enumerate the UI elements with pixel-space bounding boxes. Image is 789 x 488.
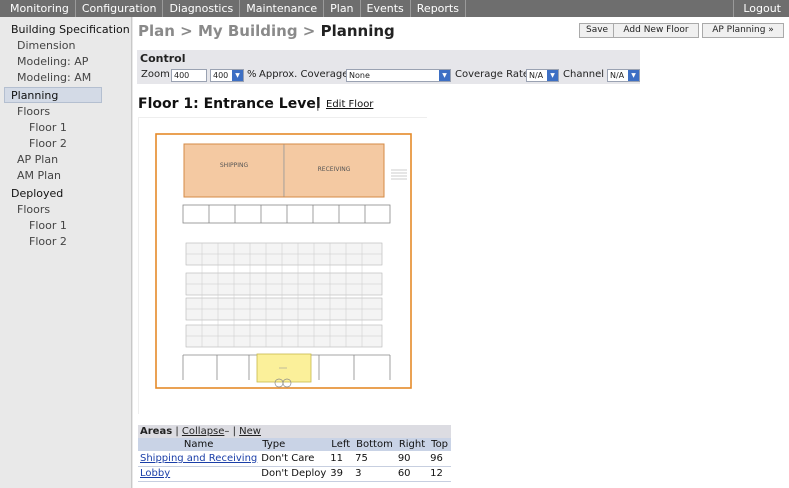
- sidebar-item-floor-1[interactable]: Floor 1: [29, 120, 67, 136]
- add-new-floor-button[interactable]: Add New Floor: [613, 23, 699, 38]
- control-panel: Control Zoom 400 400 ▼ % Approx. Coverag…: [137, 50, 640, 84]
- sidebar-item-modeling-am[interactable]: Modeling: AM: [17, 70, 91, 86]
- sidebar-item-floor-2[interactable]: Floor 2: [29, 136, 67, 152]
- nav-tab-monitoring[interactable]: Monitoring: [0, 0, 76, 17]
- chevron-down-icon: ▼: [439, 70, 450, 81]
- top-nav: Monitoring Configuration Diagnostics Mai…: [0, 0, 789, 17]
- save-button[interactable]: Save: [579, 23, 616, 38]
- coverage-label: Approx. Coverage: [259, 69, 349, 80]
- zoom-label: Zoom: [141, 69, 170, 80]
- nav-tab-reports[interactable]: Reports: [411, 0, 466, 17]
- floor-title: Floor 1: Entrance Level: [138, 96, 321, 112]
- coverage-rate-select[interactable]: N/A ▼: [526, 69, 559, 82]
- nav-tab-events[interactable]: Events: [361, 0, 411, 17]
- sidebar-item-deployed[interactable]: Deployed: [11, 186, 63, 202]
- sidebar: Building Specification Dimension Modelin…: [0, 17, 132, 488]
- sidebar-item-ap-plan[interactable]: AP Plan: [17, 152, 58, 168]
- table-row[interactable]: Shipping and Receiving Don't Care 11 75 …: [138, 451, 452, 467]
- sidebar-item-building-specification[interactable]: Building Specification: [11, 22, 130, 38]
- zoom-select-value: 400: [213, 71, 229, 80]
- shipping-room: [183, 143, 285, 198]
- sidebar-item-am-plan[interactable]: AM Plan: [17, 168, 61, 184]
- zoom-select[interactable]: 400 ▼: [210, 69, 244, 82]
- areas-separator: |: [175, 426, 179, 437]
- area-type: Don't Deploy: [259, 466, 329, 482]
- column-header-right: Right: [395, 438, 429, 451]
- area-left: 39: [328, 466, 354, 482]
- receiving-room-label: RECEIVING: [318, 166, 351, 173]
- sidebar-item-modeling-ap[interactable]: Modeling: AP: [17, 54, 88, 70]
- collapse-icon[interactable]: –: [224, 426, 229, 437]
- column-header-type: Type: [259, 438, 329, 451]
- sidebar-item-deployed-floor-2[interactable]: Floor 2: [29, 234, 67, 250]
- sidebar-item-deployed-floors[interactable]: Floors: [17, 202, 50, 218]
- coverage-select[interactable]: None ▼: [346, 69, 451, 82]
- nav-tab-configuration[interactable]: Configuration: [76, 0, 164, 17]
- floor-plan[interactable]: SHIPPING RECEIVING: [138, 117, 428, 415]
- page-title: Plan > My Building > Planning: [138, 22, 395, 40]
- collapse-link[interactable]: Collapse: [182, 426, 225, 437]
- coverage-rate-label: Coverage Rate: [455, 69, 530, 80]
- area-top: 96: [428, 451, 452, 467]
- sidebar-item-deployed-floor-1[interactable]: Floor 1: [29, 218, 67, 234]
- areas-title: Areas: [140, 426, 173, 437]
- table-header-row: Name Type Left Bottom Right Top: [138, 438, 452, 451]
- area-left: 11: [328, 451, 354, 467]
- areas-panel: Areas | Collapse– | New Name Type Left B…: [138, 425, 452, 488]
- chevron-down-icon: ▼: [547, 70, 558, 81]
- nav-tab-diagnostics[interactable]: Diagnostics: [163, 0, 241, 17]
- sidebar-item-floors[interactable]: Floors: [17, 104, 50, 120]
- logout-link[interactable]: Logout: [733, 0, 789, 17]
- area-bottom: 3: [353, 466, 396, 482]
- channel-value: N/A: [610, 71, 625, 80]
- area-name-link[interactable]: Lobby: [138, 466, 260, 482]
- areas-header: Areas | Collapse– | New: [138, 425, 451, 438]
- area-type: Don't Care: [259, 451, 329, 467]
- breadcrumb: Plan > My Building >: [138, 22, 321, 40]
- nav-tab-maintenance[interactable]: Maintenance: [240, 0, 325, 17]
- area-bottom: 75: [353, 451, 396, 467]
- edit-floor-link[interactable]: Edit Floor: [326, 99, 373, 110]
- channel-label: Channel: [563, 69, 605, 80]
- control-row: Zoom 400 400 ▼ % Approx. Coverage None ▼…: [137, 67, 640, 84]
- shipping-room-label: SHIPPING: [220, 162, 249, 169]
- column-header-left: Left: [328, 438, 354, 451]
- chevron-down-icon: ▼: [628, 70, 639, 81]
- sidebar-item-dimension[interactable]: Dimension: [17, 38, 75, 54]
- column-header-top: Top: [428, 438, 452, 451]
- area-right: 90: [395, 451, 429, 467]
- area-name-link[interactable]: Shipping and Receiving: [138, 451, 260, 467]
- areas-separator: |: [232, 426, 236, 437]
- control-title: Control: [140, 52, 186, 65]
- zoom-input[interactable]: 400: [171, 69, 207, 82]
- column-header-bottom: Bottom: [353, 438, 396, 451]
- area-top: 12: [428, 466, 452, 482]
- area-right: 60: [395, 466, 429, 482]
- table-row[interactable]: Lobby Don't Deploy 39 3 60 12: [138, 466, 452, 482]
- sidebar-item-planning[interactable]: Planning: [4, 87, 102, 103]
- coverage-rate-value: N/A: [529, 71, 544, 80]
- nav-tab-plan[interactable]: Plan: [324, 0, 361, 17]
- new-area-link[interactable]: New: [239, 426, 261, 437]
- breadcrumb-current: Planning: [320, 22, 395, 40]
- cubicle-blocks: [185, 242, 383, 348]
- floor-plan-drawing: SHIPPING RECEIVING: [139, 118, 428, 415]
- column-header-name: Name: [138, 438, 260, 451]
- coverage-select-value: None: [349, 71, 370, 80]
- main-content: Plan > My Building > Planning Save Add N…: [133, 17, 789, 488]
- chevron-down-icon: ▼: [232, 70, 243, 81]
- channel-select[interactable]: N/A ▼: [607, 69, 640, 82]
- percent-label: %: [247, 69, 257, 80]
- areas-table: Name Type Left Bottom Right Top Shipping…: [138, 438, 452, 482]
- floor-title-separator: |: [316, 98, 320, 111]
- ap-planning-button[interactable]: AP Planning »: [702, 23, 784, 38]
